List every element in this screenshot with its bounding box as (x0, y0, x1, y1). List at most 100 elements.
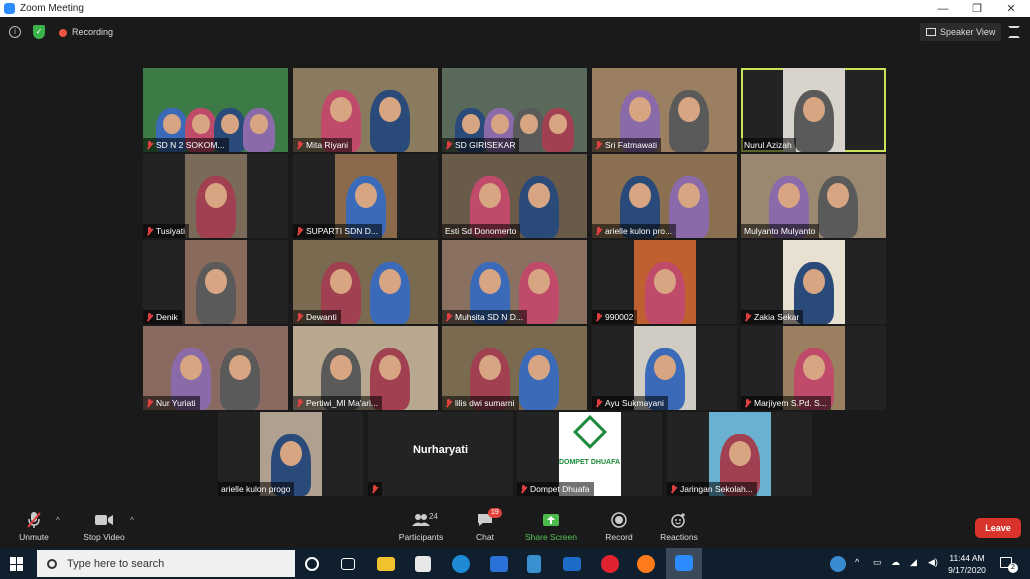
reactions-button[interactable]: Reactions (649, 511, 709, 547)
zoom-taskbar-active[interactable] (666, 548, 702, 579)
windows-start-icon[interactable] (10, 557, 24, 571)
participant-face (728, 441, 751, 467)
participant-tile[interactable]: Dewanti (293, 240, 438, 324)
participant-tile[interactable]: Esti Sd Donomerto (442, 154, 587, 238)
participant-face (228, 355, 251, 381)
participant-person (793, 90, 834, 152)
window-titlebar: Zoom Meeting — ❐ ✕ (0, 0, 1030, 17)
participant-person (195, 176, 236, 238)
mic-muted-icon (296, 226, 303, 236)
participant-name: Tusiyati (156, 226, 185, 236)
participant-name: Mulyanto Mulyanto (744, 226, 816, 236)
task-view-icon[interactable] (341, 558, 355, 570)
mic-muted-icon (595, 312, 602, 322)
participant-tile[interactable]: Marjiyem S.Pd. S... (741, 326, 886, 410)
participant-face (378, 269, 401, 295)
participant-name: Jaringan Sekolah... (680, 484, 753, 494)
firefox-icon[interactable] (637, 555, 655, 573)
participant-tile[interactable]: arielle kulon progo (218, 412, 363, 496)
participant-tile[interactable]: Muhsita SD N D... (442, 240, 587, 324)
minimize-button[interactable]: — (928, 0, 958, 17)
participant-name: Sri Fatmawati (605, 140, 657, 150)
mail-icon[interactable] (563, 557, 581, 571)
participant-tile[interactable]: Tusiyati (143, 154, 288, 238)
participant-face (330, 355, 353, 381)
window-title: Zoom Meeting (20, 3, 84, 14)
participant-tile[interactable]: Jaringan Sekolah... (667, 412, 812, 496)
participant-face (778, 183, 801, 209)
participant-name: Pertiwi_MI Ma'ari... (306, 398, 378, 408)
volume-icon[interactable]: ◀) (928, 557, 938, 568)
participant-tile[interactable]: Sri Fatmawati (592, 68, 737, 152)
mic-muted-icon (22, 511, 46, 529)
share-screen-button[interactable]: Share Screen (521, 511, 581, 547)
battery-icon[interactable]: ▭ (873, 557, 882, 568)
search-icon (47, 558, 57, 569)
audio-options-caret[interactable]: ^ (56, 516, 60, 525)
participant-tile[interactable]: Nurharyati (368, 412, 513, 496)
help-icon[interactable] (830, 556, 846, 572)
participant-tile[interactable]: SD GIRISEKAR (442, 68, 587, 152)
participant-tile[interactable]: Mulyanto Mulyanto (741, 154, 886, 238)
dompet-dhuafa-logo (559, 415, 621, 449)
participants-button[interactable]: 24 Participants (391, 511, 451, 547)
participant-name: SUPARTI SDN D... (306, 226, 378, 236)
mic-muted-icon (744, 312, 751, 322)
mic-muted-icon (445, 312, 452, 322)
participant-tile[interactable]: arielle kulon pro... (592, 154, 737, 238)
participant-tile[interactable]: Ayu Sukmayani (592, 326, 737, 410)
store-icon[interactable] (415, 556, 431, 572)
edge-icon[interactable] (452, 555, 470, 573)
mic-muted-icon (296, 140, 303, 150)
cloud-sync-icon[interactable]: ☁ (891, 557, 900, 568)
record-icon (607, 511, 631, 529)
participant-name-bar: Muhsita SD N D... (442, 310, 528, 324)
info-icon[interactable]: i (9, 26, 21, 38)
video-options-caret[interactable]: ^ (130, 516, 134, 525)
mic-muted-icon (744, 398, 751, 408)
participant-name: arielle kulon progo (221, 484, 291, 494)
unmute-button[interactable]: Unmute (4, 511, 64, 547)
participant-tile[interactable]: Zakia Sekar (741, 240, 886, 324)
participant-face (378, 97, 401, 123)
participant-tile[interactable]: SUPARTI SDN D... (293, 154, 438, 238)
participant-tile[interactable]: Mita Riyani (293, 68, 438, 152)
record-button[interactable]: Record (589, 511, 649, 547)
participant-name-large: Nurharyati (412, 444, 469, 456)
shield-check-icon[interactable]: ✓ (33, 25, 45, 39)
file-explorer-icon[interactable] (377, 557, 395, 571)
network-icon[interactable]: ◢ (910, 557, 917, 568)
chat-button[interactable]: 19 Chat (455, 508, 515, 547)
smiley-plus-icon (667, 511, 691, 529)
maximize-button[interactable]: ❐ (962, 0, 992, 17)
participant-name-bar: Dompet Dhuafa (517, 482, 594, 496)
leave-button[interactable]: Leave (975, 518, 1021, 538)
speaker-view-button[interactable]: Speaker View (920, 23, 1002, 41)
participant-tile[interactable]: lilis dwi sumarni (442, 326, 587, 410)
participant-name-bar: Mita Riyani (293, 138, 353, 152)
participant-tile[interactable]: Pertiwi_MI Ma'ari... (293, 326, 438, 410)
participant-face (163, 113, 181, 135)
participant-name-bar: lilis dwi sumarni (442, 396, 519, 410)
participant-face (802, 355, 825, 381)
taskbar-search-input[interactable]: Type here to search (37, 550, 295, 577)
mic-muted-icon (371, 484, 378, 494)
stop-video-button[interactable]: Stop Video (74, 511, 134, 547)
participant-tile[interactable]: Denik (143, 240, 288, 324)
participant-name: Denik (156, 312, 178, 322)
participant-tile[interactable]: Nur Yuriati (143, 326, 288, 410)
participant-face (330, 97, 353, 123)
vscode-icon[interactable] (527, 555, 541, 573)
fullscreen-icon[interactable] (1008, 26, 1020, 38)
participant-face (653, 269, 676, 295)
tray-chevron-icon[interactable]: ^ (855, 557, 859, 567)
cortana-icon[interactable] (305, 557, 319, 571)
dropbox-icon[interactable] (490, 556, 508, 572)
participant-tile[interactable]: Nurul Azizah (741, 68, 886, 152)
participant-tile[interactable]: SD N 2 SOKOM... (143, 68, 288, 152)
participant-tile[interactable]: 990002 (592, 240, 737, 324)
close-button[interactable]: ✕ (996, 0, 1026, 17)
opera-icon[interactable] (601, 555, 619, 573)
participant-tile[interactable]: DOMPET DHUAFA Dompet Dhuafa (517, 412, 662, 496)
taskbar-clock[interactable]: 11:44 AM 9/17/2020 (945, 552, 989, 576)
